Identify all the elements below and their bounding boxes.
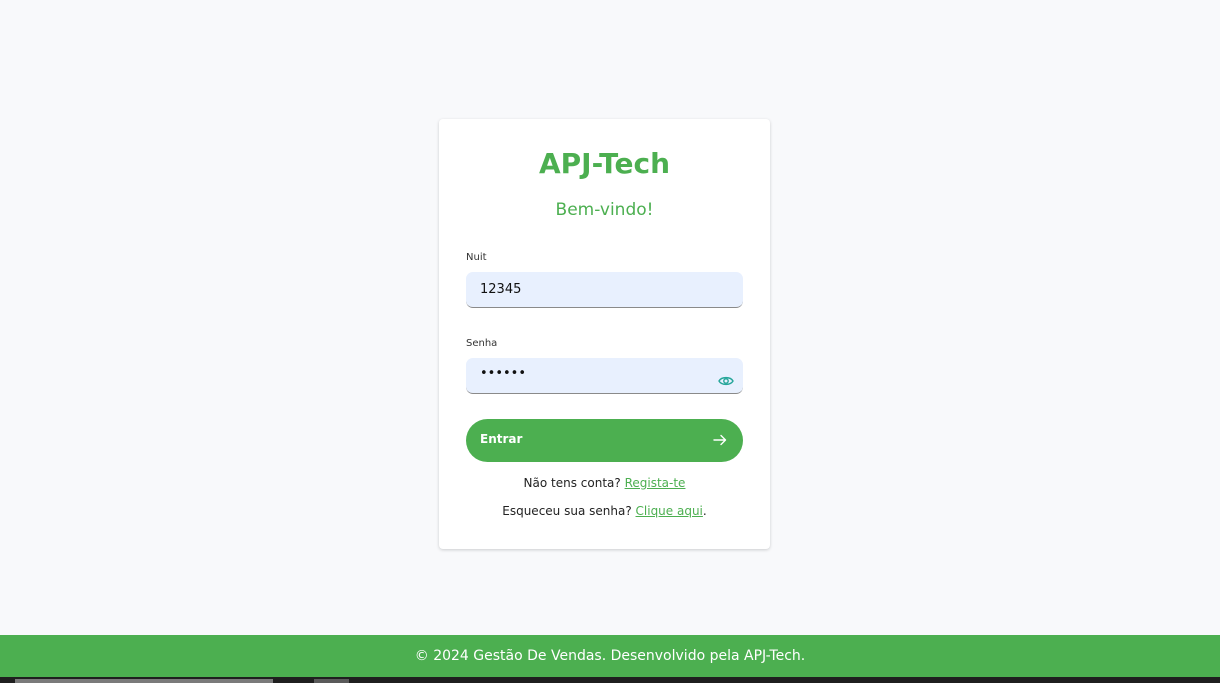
senha-label: Senha xyxy=(466,338,498,349)
nuit-input[interactable]: 12345 xyxy=(466,272,743,308)
scrollbar-thumb[interactable] xyxy=(15,679,273,683)
nuit-input-value: 12345 xyxy=(480,282,522,297)
footer-text: © 2024 Gestão De Vendas. Desenvolvido pe… xyxy=(414,648,806,664)
forgot-period: . xyxy=(702,504,707,518)
entrar-button-label: Entrar xyxy=(480,432,523,446)
login-card: APJ-Tech Bem-vindo! Nuit 12345 Senha •••… xyxy=(439,119,770,549)
arrow-right-icon xyxy=(713,434,727,446)
forgot-password-link[interactable]: Clique aqui xyxy=(636,504,703,518)
welcome-text: Bem-vindo! xyxy=(555,200,654,220)
footer: © 2024 Gestão De Vendas. Desenvolvido pe… xyxy=(0,635,1220,677)
eye-icon[interactable] xyxy=(718,375,734,387)
forgot-text: Esqueceu sua senha? xyxy=(502,504,632,518)
register-line: Não tens conta? Regista-te xyxy=(439,476,770,490)
horizontal-scrollbar[interactable] xyxy=(0,677,1220,683)
forgot-line: Esqueceu sua senha? Clique aqui. xyxy=(439,504,770,518)
brand-title: APJ-Tech xyxy=(538,147,671,180)
senha-input[interactable]: •••••• xyxy=(466,358,743,394)
scrollbar-segment xyxy=(314,679,349,683)
nuit-label: Nuit xyxy=(466,252,487,263)
entrar-button[interactable]: Entrar xyxy=(466,419,743,462)
senha-input-value: •••••• xyxy=(480,366,527,381)
login-page: APJ-Tech Bem-vindo! Nuit 12345 Senha •••… xyxy=(0,0,1220,683)
no-account-text: Não tens conta? xyxy=(523,476,621,490)
register-link[interactable]: Regista-te xyxy=(625,476,686,490)
